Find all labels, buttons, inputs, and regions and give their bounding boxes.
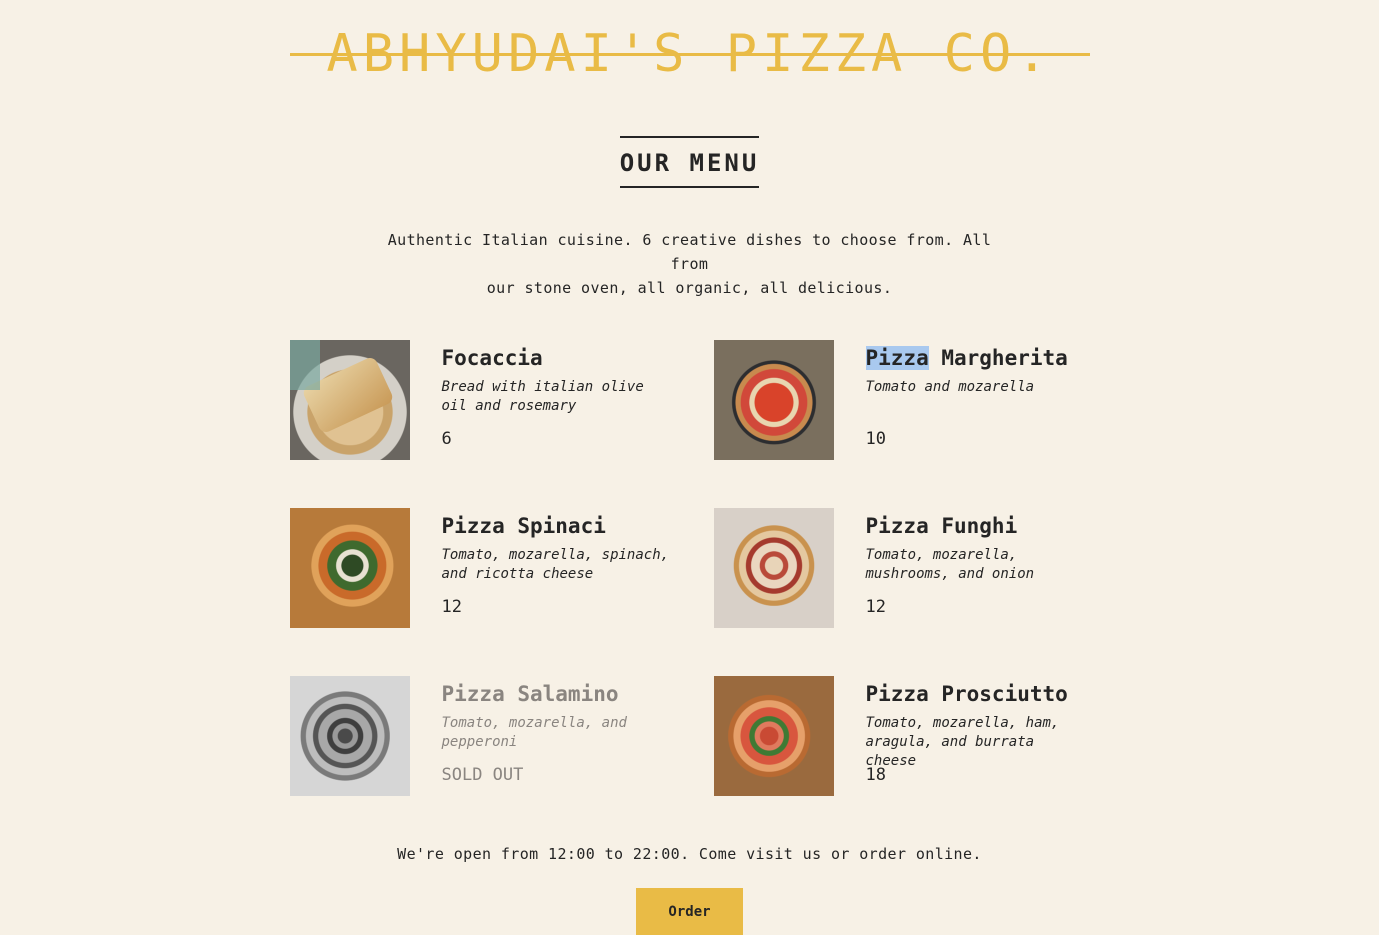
dish-description-line2: and ricotta cheese xyxy=(441,566,594,582)
funghi-photo xyxy=(713,508,834,628)
dish-name: Pizza Prosciutto xyxy=(865,682,1068,706)
dish-margherita: Pizza Margherita Tomato and mozarella 10 xyxy=(713,340,1090,460)
salamino-photo xyxy=(289,676,410,796)
dish-price: 10 xyxy=(865,429,886,449)
dish-name: Pizza Spinaci xyxy=(441,514,606,538)
site-title: ABHYUDAI'S PIZZA CO. xyxy=(326,24,1053,84)
dish-name-rest: Margherita xyxy=(928,346,1068,370)
spinaci-photo xyxy=(289,508,410,628)
dish-info: Pizza Salamino Tomato, mozarella, and pe… xyxy=(442,676,682,796)
dish-description-line1: Tomato, mozarella, and xyxy=(441,715,627,731)
dish-info: Pizza Spinaci Tomato, mozarella, spinach… xyxy=(442,508,682,628)
opening-hours: We're open from 12:00 to 22:00. Come vis… xyxy=(397,845,982,863)
dish-name: Focaccia xyxy=(441,346,543,370)
dish-description-line2: mushrooms, and onion xyxy=(865,566,1035,582)
menu-intro: Authentic Italian cuisine. 6 creative di… xyxy=(370,228,1010,300)
dish-description: Tomato, mozarella, and pepperoni xyxy=(442,714,682,752)
dish-description-line2: pepperoni xyxy=(441,734,518,750)
menu-intro-line1: Authentic Italian cuisine. 6 creative di… xyxy=(387,231,992,273)
dish-description-line1: Tomato, mozarella, ham, xyxy=(865,715,1060,731)
menu-intro-line2: our stone oven, all organic, all delicio… xyxy=(486,279,893,297)
prosciutto-photo xyxy=(713,676,834,796)
site-footer: We're open from 12:00 to 22:00. Come vis… xyxy=(290,844,1090,935)
dish-price: 12 xyxy=(441,597,462,617)
focaccia-photo xyxy=(289,340,410,460)
dish-info: Focaccia Bread with italian olive oil an… xyxy=(442,340,682,460)
menu-title: OUR MENU xyxy=(619,136,760,188)
sold-out-label: SOLD OUT xyxy=(441,765,524,785)
order-button[interactable]: Order xyxy=(636,888,743,935)
dish-description-line1: Tomato and mozarella xyxy=(865,379,1035,395)
selected-text: Pizza xyxy=(865,346,929,370)
dish-name: Pizza Margherita xyxy=(865,344,1090,372)
dish-description-line2: oil and rosemary xyxy=(441,398,577,414)
dish-grid: Focaccia Bread with italian olive oil an… xyxy=(289,340,1090,796)
dish-description: Tomato, mozarella, mushrooms, and onion xyxy=(866,546,1090,584)
dish-info: Pizza Margherita Tomato and mozarella 10 xyxy=(865,340,1090,460)
dish-description-line1: Tomato, mozarella, spinach, xyxy=(441,547,670,563)
dish-price: 6 xyxy=(441,429,452,449)
dish-info: Pizza Prosciutto Tomato, mozarella, ham,… xyxy=(866,676,1090,796)
site-header: ABHYUDAI'S PIZZA CO. xyxy=(289,0,1090,110)
dish-funghi: Pizza Funghi Tomato, mozarella, mushroom… xyxy=(713,508,1090,628)
dish-description: Bread with italian olive oil and rosemar… xyxy=(442,378,682,416)
dish-salamino: Pizza Salamino Tomato, mozarella, and pe… xyxy=(289,676,714,796)
dish-spinaci: Pizza Spinaci Tomato, mozarella, spinach… xyxy=(289,508,714,628)
dish-description: Tomato and mozarella xyxy=(866,378,1090,416)
dish-description: Tomato, mozarella, spinach, and ricotta … xyxy=(442,546,682,584)
dish-name: Pizza Funghi xyxy=(865,514,1018,538)
dish-description-line1: Tomato, mozarella, xyxy=(865,547,1018,563)
dish-description-line2: aragula, and burrata cheese xyxy=(865,734,1035,769)
margherita-photo xyxy=(713,340,834,460)
dish-price: 18 xyxy=(865,765,886,785)
dish-description-line1: Bread with italian olive xyxy=(441,379,644,395)
dish-info: Pizza Funghi Tomato, mozarella, mushroom… xyxy=(866,508,1090,628)
dish-description: Tomato, mozarella, ham, aragula, and bur… xyxy=(865,714,1090,769)
dish-name: Pizza Salamino xyxy=(441,682,619,706)
dish-prosciutto: Pizza Prosciutto Tomato, mozarella, ham,… xyxy=(713,676,1090,796)
page-container: ABHYUDAI'S PIZZA CO. OUR MENU Authentic … xyxy=(289,0,1090,935)
dish-price: 12 xyxy=(865,597,886,617)
menu-heading: OUR MENU xyxy=(290,136,1090,188)
dish-focaccia: Focaccia Bread with italian olive oil an… xyxy=(289,340,714,460)
